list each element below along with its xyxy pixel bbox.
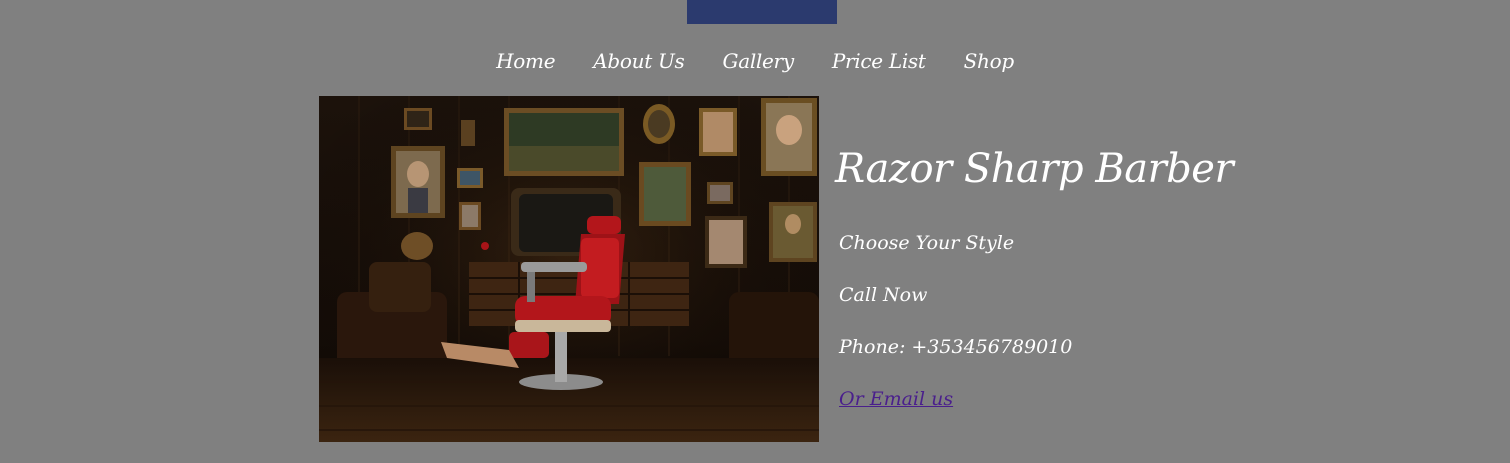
nav-link-about-us[interactable]: About Us (593, 49, 685, 73)
barber-shop-photo (319, 96, 819, 442)
business-title: Razor Sharp Barber (835, 146, 1234, 192)
phone-number: Phone: +353456789010 (839, 336, 1073, 358)
tagline-text: Choose Your Style (839, 232, 1015, 254)
nav-link-gallery[interactable]: Gallery (723, 49, 795, 73)
header-color-block (687, 0, 837, 24)
main-navigation: Home About Us Gallery Price List Shop (0, 44, 1510, 78)
nav-link-home[interactable]: Home (496, 49, 555, 73)
info-panel: Razor Sharp Barber Choose Your Style Cal… (835, 140, 1255, 438)
nav-link-price-list[interactable]: Price List (832, 49, 926, 73)
call-now-text: Call Now (839, 284, 928, 306)
nav-link-shop[interactable]: Shop (964, 49, 1015, 73)
email-us-link[interactable]: Or Email us (839, 388, 953, 410)
